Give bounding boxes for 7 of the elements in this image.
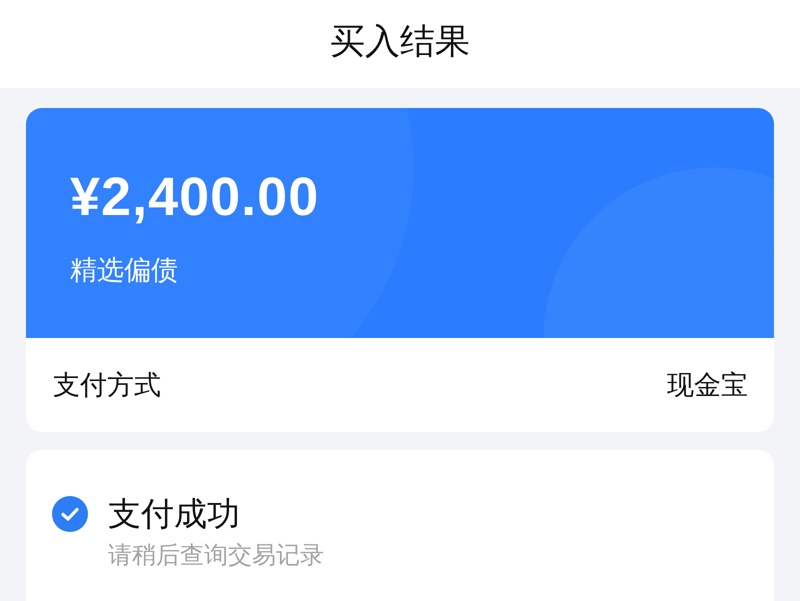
payment-method-value: 现金宝 xyxy=(667,369,748,402)
payment-method-label: 支付方式 xyxy=(53,369,161,402)
product-name: 精选偏债 xyxy=(70,254,178,286)
status-title: 支付成功 xyxy=(108,494,240,534)
page-title: 买入结果 xyxy=(330,20,470,62)
status-note: 请稍后查询交易记录 xyxy=(108,542,324,570)
amount-text: ¥2,400.00 xyxy=(70,170,320,224)
